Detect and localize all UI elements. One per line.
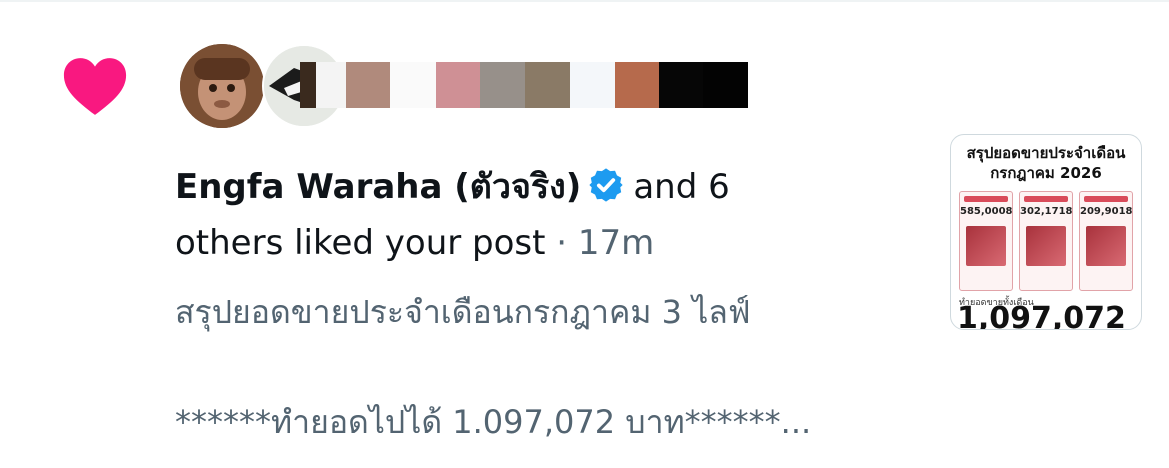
- thumbnail-column-header: [1024, 196, 1068, 202]
- post-media-thumbnail[interactable]: สรุปยอดขายประจำเดือน กรกฎาคม 2026 585,00…: [950, 134, 1142, 330]
- thumbnail-column-1: 585,0008: [959, 191, 1013, 291]
- separator-dot: ·: [556, 223, 568, 263]
- thumbnail-title-line-1: สรุปยอดขายประจำเดือน: [966, 144, 1126, 162]
- thumbnail-column-photo: [1026, 226, 1066, 266]
- thumbnail-column-value: 209,9018: [1080, 206, 1133, 217]
- thumbnail-column-2: 302,1718: [1019, 191, 1073, 291]
- notification-headline: Engfa Waraha (ตัวจริง) and 6: [175, 162, 730, 212]
- blurred-avatar-swatch: [300, 62, 316, 108]
- post-preview-line-2[interactable]: ******ทำยอดไปได้ 1.097,072 บาท******...: [175, 398, 811, 446]
- blurred-avatar-swatch: [615, 62, 659, 108]
- blurred-avatar-swatch: [659, 62, 703, 108]
- heart-icon: [63, 58, 127, 115]
- thumbnail-columns: 585,0008 302,1718 209,9018: [959, 191, 1133, 291]
- thumbnail-column-photo: [966, 226, 1006, 266]
- avatar-user-1[interactable]: [180, 44, 264, 128]
- thumbnail-column-value: 585,0008: [960, 206, 1013, 217]
- thumbnail-title: สรุปยอดขายประจำเดือน กรกฎาคม 2026: [951, 143, 1141, 183]
- thumbnail-column-value: 302,1718: [1020, 206, 1073, 217]
- thumbnail-column-photo: [1086, 226, 1126, 266]
- and-others-count: and 6: [633, 167, 730, 207]
- top-divider: [0, 0, 1169, 2]
- blurred-avatar-swatch: [703, 62, 748, 108]
- timestamp[interactable]: 17m: [578, 223, 654, 263]
- liker-name-link[interactable]: Engfa Waraha (ตัวจริง): [175, 167, 581, 207]
- blurred-avatar-swatch: [390, 62, 436, 108]
- monkey-avatar-image: [180, 44, 264, 128]
- verified-badge-icon: [589, 168, 623, 202]
- blurred-avatar-swatch: [346, 62, 390, 108]
- thumbnail-title-line-2: กรกฎาคม 2026: [990, 164, 1102, 182]
- thumbnail-column-3: 209,9018: [1079, 191, 1133, 291]
- thumbnail-column-header: [1084, 196, 1128, 202]
- thumbnail-total-value: 1,097,072: [957, 301, 1126, 330]
- blurred-avatar-swatch: [570, 62, 615, 108]
- notification-action-line: others liked your post · 17m: [175, 218, 654, 268]
- blurred-avatar-swatch: [316, 62, 346, 108]
- action-text: others liked your post: [175, 223, 546, 263]
- blurred-avatar-swatch: [436, 62, 480, 108]
- post-preview-line-1[interactable]: สรุปยอดขายประจำเดือนกรกฎาคม 3 ไลฟ์: [175, 288, 751, 336]
- blurred-avatar-swatch: [480, 62, 525, 108]
- blurred-avatars-strip: [300, 62, 748, 108]
- thumbnail-column-header: [964, 196, 1008, 202]
- blurred-avatar-swatch: [525, 62, 570, 108]
